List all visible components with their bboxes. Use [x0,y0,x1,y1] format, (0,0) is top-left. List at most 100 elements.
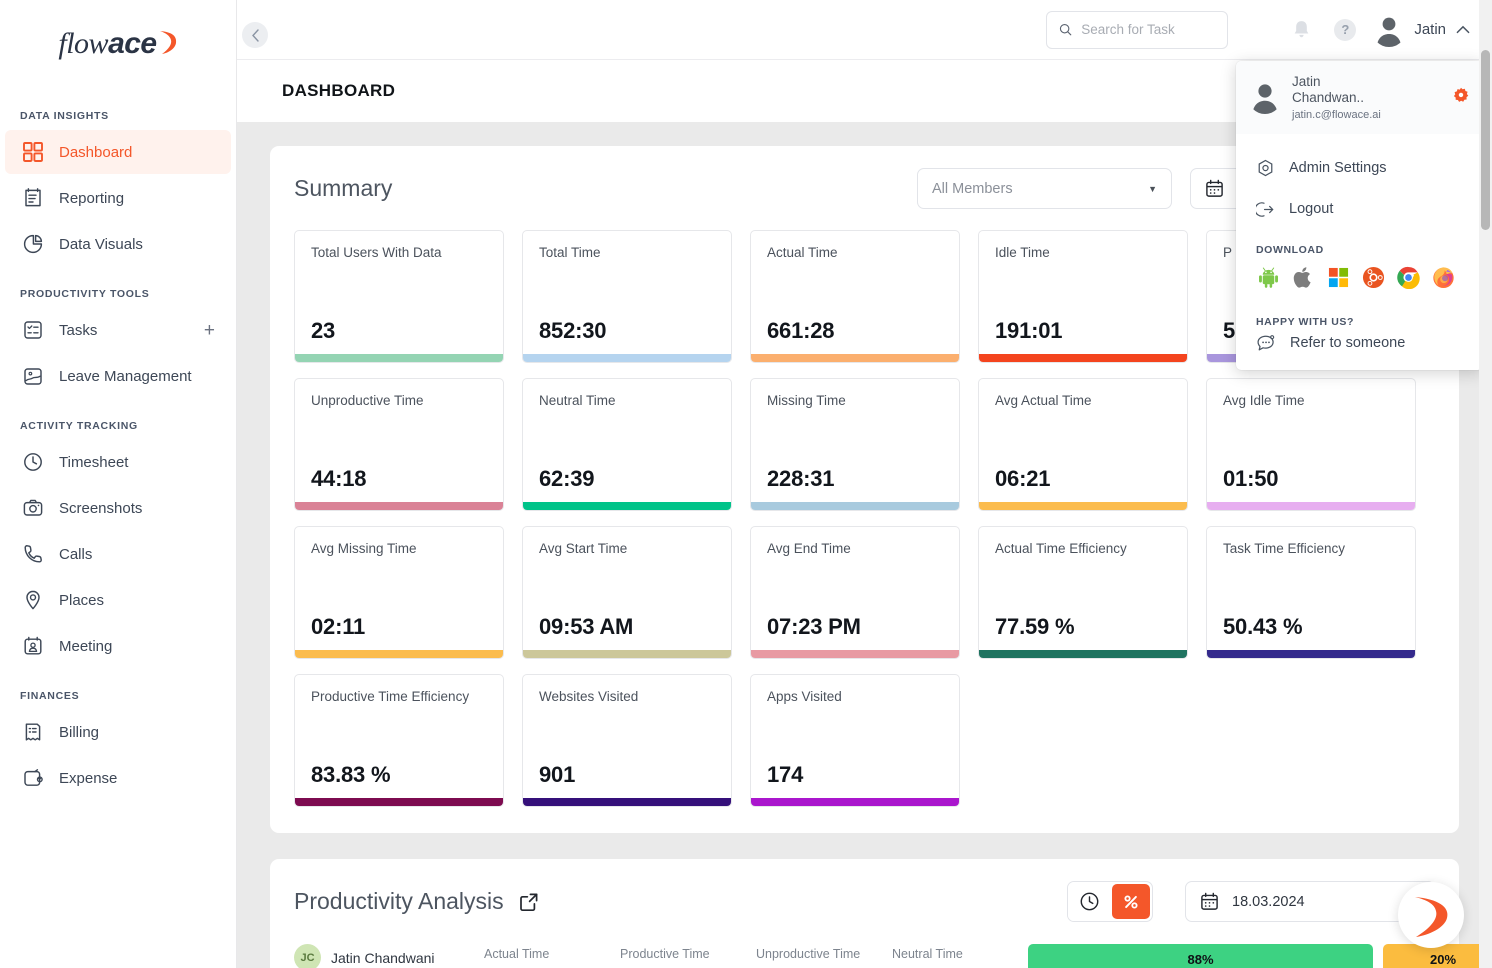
stat-card-label: Avg Start Time [539,541,628,556]
stat-card-accent-bar [523,354,731,362]
stat-card-accent-bar [751,354,959,362]
android-icon[interactable] [1256,266,1280,290]
search-input[interactable] [1081,22,1216,37]
question-mark-icon: ? [1334,18,1357,41]
stat-card[interactable]: Avg Start Time 09:53 AM [522,526,732,659]
sidebar-item-label: Expense [59,769,118,787]
firefox-icon[interactable] [1431,266,1455,290]
logo-text-light: flow [58,27,109,60]
stat-card[interactable]: Websites Visited 901 [522,674,732,807]
productivity-panel-header: Productivity Analysis 18.03.2024 [294,881,1435,922]
stat-card[interactable]: Actual Time 661:28 [750,230,960,363]
dropdown-item-logout[interactable]: Logout [1236,189,1483,230]
stat-card-label: Avg Actual Time [995,393,1092,408]
gear-icon[interactable] [1453,87,1469,108]
productivity-row-user[interactable]: JC Jatin Chandwani [294,944,484,968]
sidebar-item-meeting[interactable]: Meeting [5,624,231,668]
phone-icon [21,542,45,566]
user-menu-toggle[interactable] [1456,22,1470,37]
dropdown-item-refer[interactable]: Refer to someone [1236,328,1483,370]
stat-card-label: Idle Time [995,245,1050,260]
stat-card-label: Productive Time Efficiency [311,689,470,704]
stat-card[interactable]: Neutral Time 62:39 [522,378,732,511]
dropdown-refer-label: Refer to someone [1290,335,1406,352]
stat-card[interactable]: Apps Visited 174 [750,674,960,807]
stat-card[interactable]: Avg Actual Time 06:21 [978,378,1188,511]
stat-card-label: Task Time Efficiency [1223,541,1346,556]
sidebar-item-label: Screenshots [59,499,143,517]
chevron-left-icon [251,28,259,42]
brand-logo[interactable]: flow ace [0,0,236,88]
top-header: ? Jatin [237,0,1492,60]
dropdown-item-label: Admin Settings [1289,160,1387,177]
stat-card[interactable]: Total Users With Data 23 [294,230,504,363]
add-task-button[interactable]: + [204,321,215,340]
percent-view-toggle[interactable] [1112,884,1150,919]
external-link-icon[interactable] [518,891,540,913]
stat-card-accent-bar [295,502,503,510]
chevron-up-icon [1456,25,1470,34]
sidebar-item-billing[interactable]: Billing [5,710,231,754]
sidebar-item-label: Leave Management [59,367,192,385]
stat-card-label: Actual Time Efficiency [995,541,1127,556]
map-pin-icon [21,588,45,612]
chrome-icon[interactable] [1396,266,1420,290]
members-filter-select[interactable]: All Members ▼ [917,168,1172,209]
notifications-button[interactable] [1284,13,1318,47]
windows-icon[interactable] [1326,266,1350,290]
avatar-icon [1376,17,1402,47]
productivity-column-header: Productive Time [620,947,710,961]
sidebar-item-places[interactable]: Places [5,578,231,622]
ubuntu-icon[interactable] [1361,266,1385,290]
help-button[interactable]: ? [1328,13,1362,47]
stat-card[interactable]: Task Time Efficiency 50.43 % [1206,526,1416,659]
dropdown-name-line2: Chandwan.. [1292,90,1365,106]
sidebar-item-expense[interactable]: Expense [5,756,231,800]
stat-card-value: 174 [767,762,804,787]
stat-card-value: 852:30 [539,318,607,343]
stat-card[interactable]: Idle Time 191:01 [978,230,1188,363]
productivity-column-headers: Actual Time Productive Time Unproductive T… [484,944,1028,961]
page-scrollbar-track[interactable] [1479,0,1492,968]
time-view-toggle[interactable] [1068,882,1110,921]
meeting-icon [21,634,45,658]
stat-card[interactable]: Missing Time 228:31 [750,378,960,511]
stat-card[interactable]: Avg Idle Time 01:50 [1206,378,1416,511]
sidebar-item-timesheet[interactable]: Timesheet [5,440,231,484]
stat-card-accent-bar [979,650,1187,658]
stat-card[interactable]: Unproductive Time 44:18 [294,378,504,511]
stat-card[interactable]: Actual Time Efficiency 77.59 % [978,526,1188,659]
sidebar-item-tasks[interactable]: Tasks + [5,308,231,352]
stat-card[interactable]: Total Time 852:30 [522,230,732,363]
sidebar-item-calls[interactable]: Calls [5,532,231,576]
stat-card[interactable]: Avg Missing Time 02:11 [294,526,504,659]
flowace-swoosh-icon [1415,897,1448,937]
logo-swoosh-icon [158,29,178,55]
page-scrollbar-thumb[interactable] [1481,50,1490,230]
sidebar-item-reporting[interactable]: Reporting [5,176,231,220]
header-user-name: Jatin [1414,21,1446,38]
stat-card-accent-bar [523,502,731,510]
bell-icon [1294,21,1309,38]
apple-icon[interactable] [1291,266,1315,290]
search-box[interactable] [1046,10,1229,49]
page-title: DASHBOARD [282,81,396,100]
logo-text-bold: ace [108,27,157,60]
header-avatar[interactable] [1372,13,1406,47]
stat-card-accent-bar [979,354,1187,362]
sidebar-item-dashboard[interactable]: Dashboard [5,130,231,174]
avatar: JC [294,944,321,968]
stat-card-accent-bar [523,650,731,658]
sidebar-collapse-button[interactable] [242,22,268,48]
dropdown-item-admin-settings[interactable]: Admin Settings [1236,148,1483,189]
sidebar-item-leave-management[interactable]: Leave Management [5,354,231,398]
stat-card-value: 06:21 [995,466,1051,491]
sidebar-item-screenshots[interactable]: Screenshots [5,486,231,530]
flowace-fab-button[interactable] [1398,882,1464,948]
stat-card-label: Websites Visited [539,689,639,704]
chevron-down-icon: ▼ [1148,183,1157,194]
sidebar-item-data-visuals[interactable]: Data Visuals [5,222,231,266]
sidebar-item-label: Places [59,591,105,609]
stat-card[interactable]: Productive Time Efficiency 83.83 % [294,674,504,807]
stat-card[interactable]: Avg End Time 07:23 PM [750,526,960,659]
